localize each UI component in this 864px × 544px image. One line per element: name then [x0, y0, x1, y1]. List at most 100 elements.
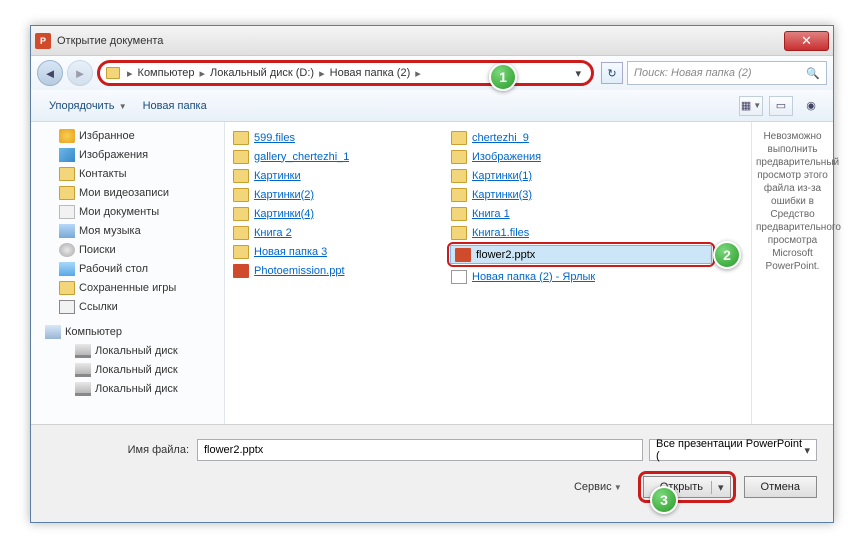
folder-icon	[451, 188, 467, 202]
search-icon: 🔍	[806, 67, 820, 80]
file-item[interactable]: Книга1.files	[447, 223, 727, 242]
folder-icon	[233, 131, 249, 145]
tree-drive[interactable]: Локальный диск	[31, 379, 224, 398]
chevron-down-icon: ▼	[116, 102, 126, 111]
tree-computer[interactable]: Компьютер	[31, 322, 224, 341]
titlebar[interactable]: P Открытие документа ✕	[31, 26, 833, 56]
filetype-dropdown[interactable]: Все презентации PowerPoint (▾	[649, 439, 817, 461]
search-placeholder: Поиск: Новая папка (2)	[634, 67, 752, 79]
folder-icon	[233, 188, 249, 202]
breadcrumb-folder[interactable]: Новая папка (2)	[328, 67, 413, 79]
nav-bar: ◄ ► ▸ Компьютер ▸ Локальный диск (D:) ▸ …	[31, 56, 833, 90]
file-item[interactable]: Книга 2	[229, 223, 447, 242]
chevron-right-icon[interactable]: ▸	[124, 67, 136, 80]
chevron-right-icon[interactable]: ▸	[196, 67, 208, 80]
preview-pane: Невозможно выполнить предварительный про…	[751, 122, 833, 455]
pptx-icon	[455, 248, 471, 262]
open-file-dialog: P Открытие документа ✕ ◄ ► ▸ Компьютер ▸…	[30, 25, 834, 523]
folder-icon	[233, 207, 249, 221]
file-column: 599.files gallery_chertezhi_1 Картинки К…	[229, 128, 447, 455]
file-item[interactable]: Картинки	[229, 166, 447, 185]
file-item[interactable]: Книга 1	[447, 204, 727, 223]
callout-3: 3	[650, 486, 678, 514]
file-item[interactable]: 599.files	[229, 128, 447, 147]
tree-saved[interactable]: Сохраненные игры	[31, 278, 224, 297]
ppt-icon	[233, 264, 249, 278]
new-folder-button[interactable]: Новая папка	[135, 96, 215, 116]
folder-icon	[451, 169, 467, 183]
close-button[interactable]: ✕	[784, 31, 829, 51]
tree-music[interactable]: Моя музыка	[31, 221, 224, 240]
window-title: Открытие документа	[57, 35, 784, 47]
forward-button[interactable]: ►	[67, 60, 93, 86]
drive-icon	[75, 344, 91, 358]
file-column: chertezhi_9 Изображения Картинки(1) Карт…	[447, 128, 727, 455]
help-button[interactable]: ◉	[799, 96, 823, 116]
bottom-panel: Имя файла: flower2.pptx Все презентации …	[31, 424, 833, 522]
computer-icon	[45, 325, 61, 339]
folder-icon	[59, 167, 75, 181]
file-item[interactable]: Photoemission.ppt	[229, 261, 447, 280]
filename-input[interactable]: flower2.pptx	[197, 439, 643, 461]
folder-icon	[451, 150, 467, 164]
folder-icon	[233, 150, 249, 164]
folder-icon	[233, 226, 249, 240]
file-item[interactable]: Изображения	[447, 147, 727, 166]
chevron-right-icon[interactable]: ▸	[316, 67, 328, 80]
shortcut-icon	[451, 270, 467, 284]
address-dropdown-icon[interactable]: ▾	[571, 67, 585, 80]
links-icon	[59, 300, 75, 314]
folder-icon	[451, 207, 467, 221]
file-item[interactable]: gallery_chertezhi_1	[229, 147, 447, 166]
address-bar[interactable]: ▸ Компьютер ▸ Локальный диск (D:) ▸ Нова…	[97, 60, 594, 86]
file-item[interactable]: Картинки(2)	[229, 185, 447, 204]
file-item[interactable]: Картинки(1)	[447, 166, 727, 185]
navigation-tree: Избранное Изображения Контакты Мои видео…	[31, 122, 225, 455]
tree-favorites[interactable]: Избранное	[31, 126, 224, 145]
file-item[interactable]: Картинки(3)	[447, 185, 727, 204]
tree-searches[interactable]: Поиски	[31, 240, 224, 259]
tree-pictures[interactable]: Изображения	[31, 145, 224, 164]
chevron-right-icon[interactable]: ▸	[412, 67, 424, 80]
cancel-button[interactable]: Отмена	[744, 476, 817, 498]
tree-videos[interactable]: Мои видеозаписи	[31, 183, 224, 202]
breadcrumb-drive[interactable]: Локальный диск (D:)	[208, 67, 316, 79]
tree-documents[interactable]: Мои документы	[31, 202, 224, 221]
tree-drive[interactable]: Локальный диск	[31, 360, 224, 379]
folder-icon	[59, 186, 75, 200]
folder-icon	[233, 245, 249, 259]
callout-2: 2	[713, 241, 741, 269]
desktop-icon	[59, 262, 75, 276]
toolbar: Упорядочить ▼ Новая папка ▦ ▼ ▭ ◉	[31, 90, 833, 122]
file-item[interactable]: Новая папка (2) - Ярлык	[447, 267, 727, 286]
folder-icon	[106, 67, 120, 79]
search-icon	[59, 243, 75, 257]
folder-icon	[233, 169, 249, 183]
organize-button[interactable]: Упорядочить ▼	[41, 96, 135, 116]
star-icon	[59, 129, 75, 143]
file-item[interactable]: Новая папка 3	[229, 242, 447, 261]
file-item[interactable]: chertezhi_9	[447, 128, 727, 147]
refresh-button[interactable]: ↻	[601, 62, 623, 84]
tools-dropdown[interactable]: Сервис ▼	[574, 481, 622, 493]
content-area: Избранное Изображения Контакты Мои видео…	[31, 122, 833, 455]
pictures-icon	[59, 148, 75, 162]
documents-icon	[59, 205, 75, 219]
search-input[interactable]: Поиск: Новая папка (2) 🔍	[627, 61, 827, 85]
breadcrumb-computer[interactable]: Компьютер	[136, 67, 197, 79]
music-icon	[59, 224, 75, 238]
file-item[interactable]: Картинки(4)	[229, 204, 447, 223]
back-button[interactable]: ◄	[37, 60, 63, 86]
tree-desktop[interactable]: Рабочий стол	[31, 259, 224, 278]
tree-drive[interactable]: Локальный диск	[31, 341, 224, 360]
file-item-selected[interactable]: flower2.pptx	[450, 245, 712, 264]
filename-label: Имя файла:	[47, 444, 197, 456]
tree-contacts[interactable]: Контакты	[31, 164, 224, 183]
drive-icon	[75, 382, 91, 396]
view-options-button[interactable]: ▦ ▼	[739, 96, 763, 116]
folder-icon	[451, 226, 467, 240]
tree-links[interactable]: Ссылки	[31, 297, 224, 316]
powerpoint-icon: P	[35, 33, 51, 49]
preview-pane-button[interactable]: ▭	[769, 96, 793, 116]
chevron-down-icon[interactable]: ▾	[711, 481, 724, 494]
